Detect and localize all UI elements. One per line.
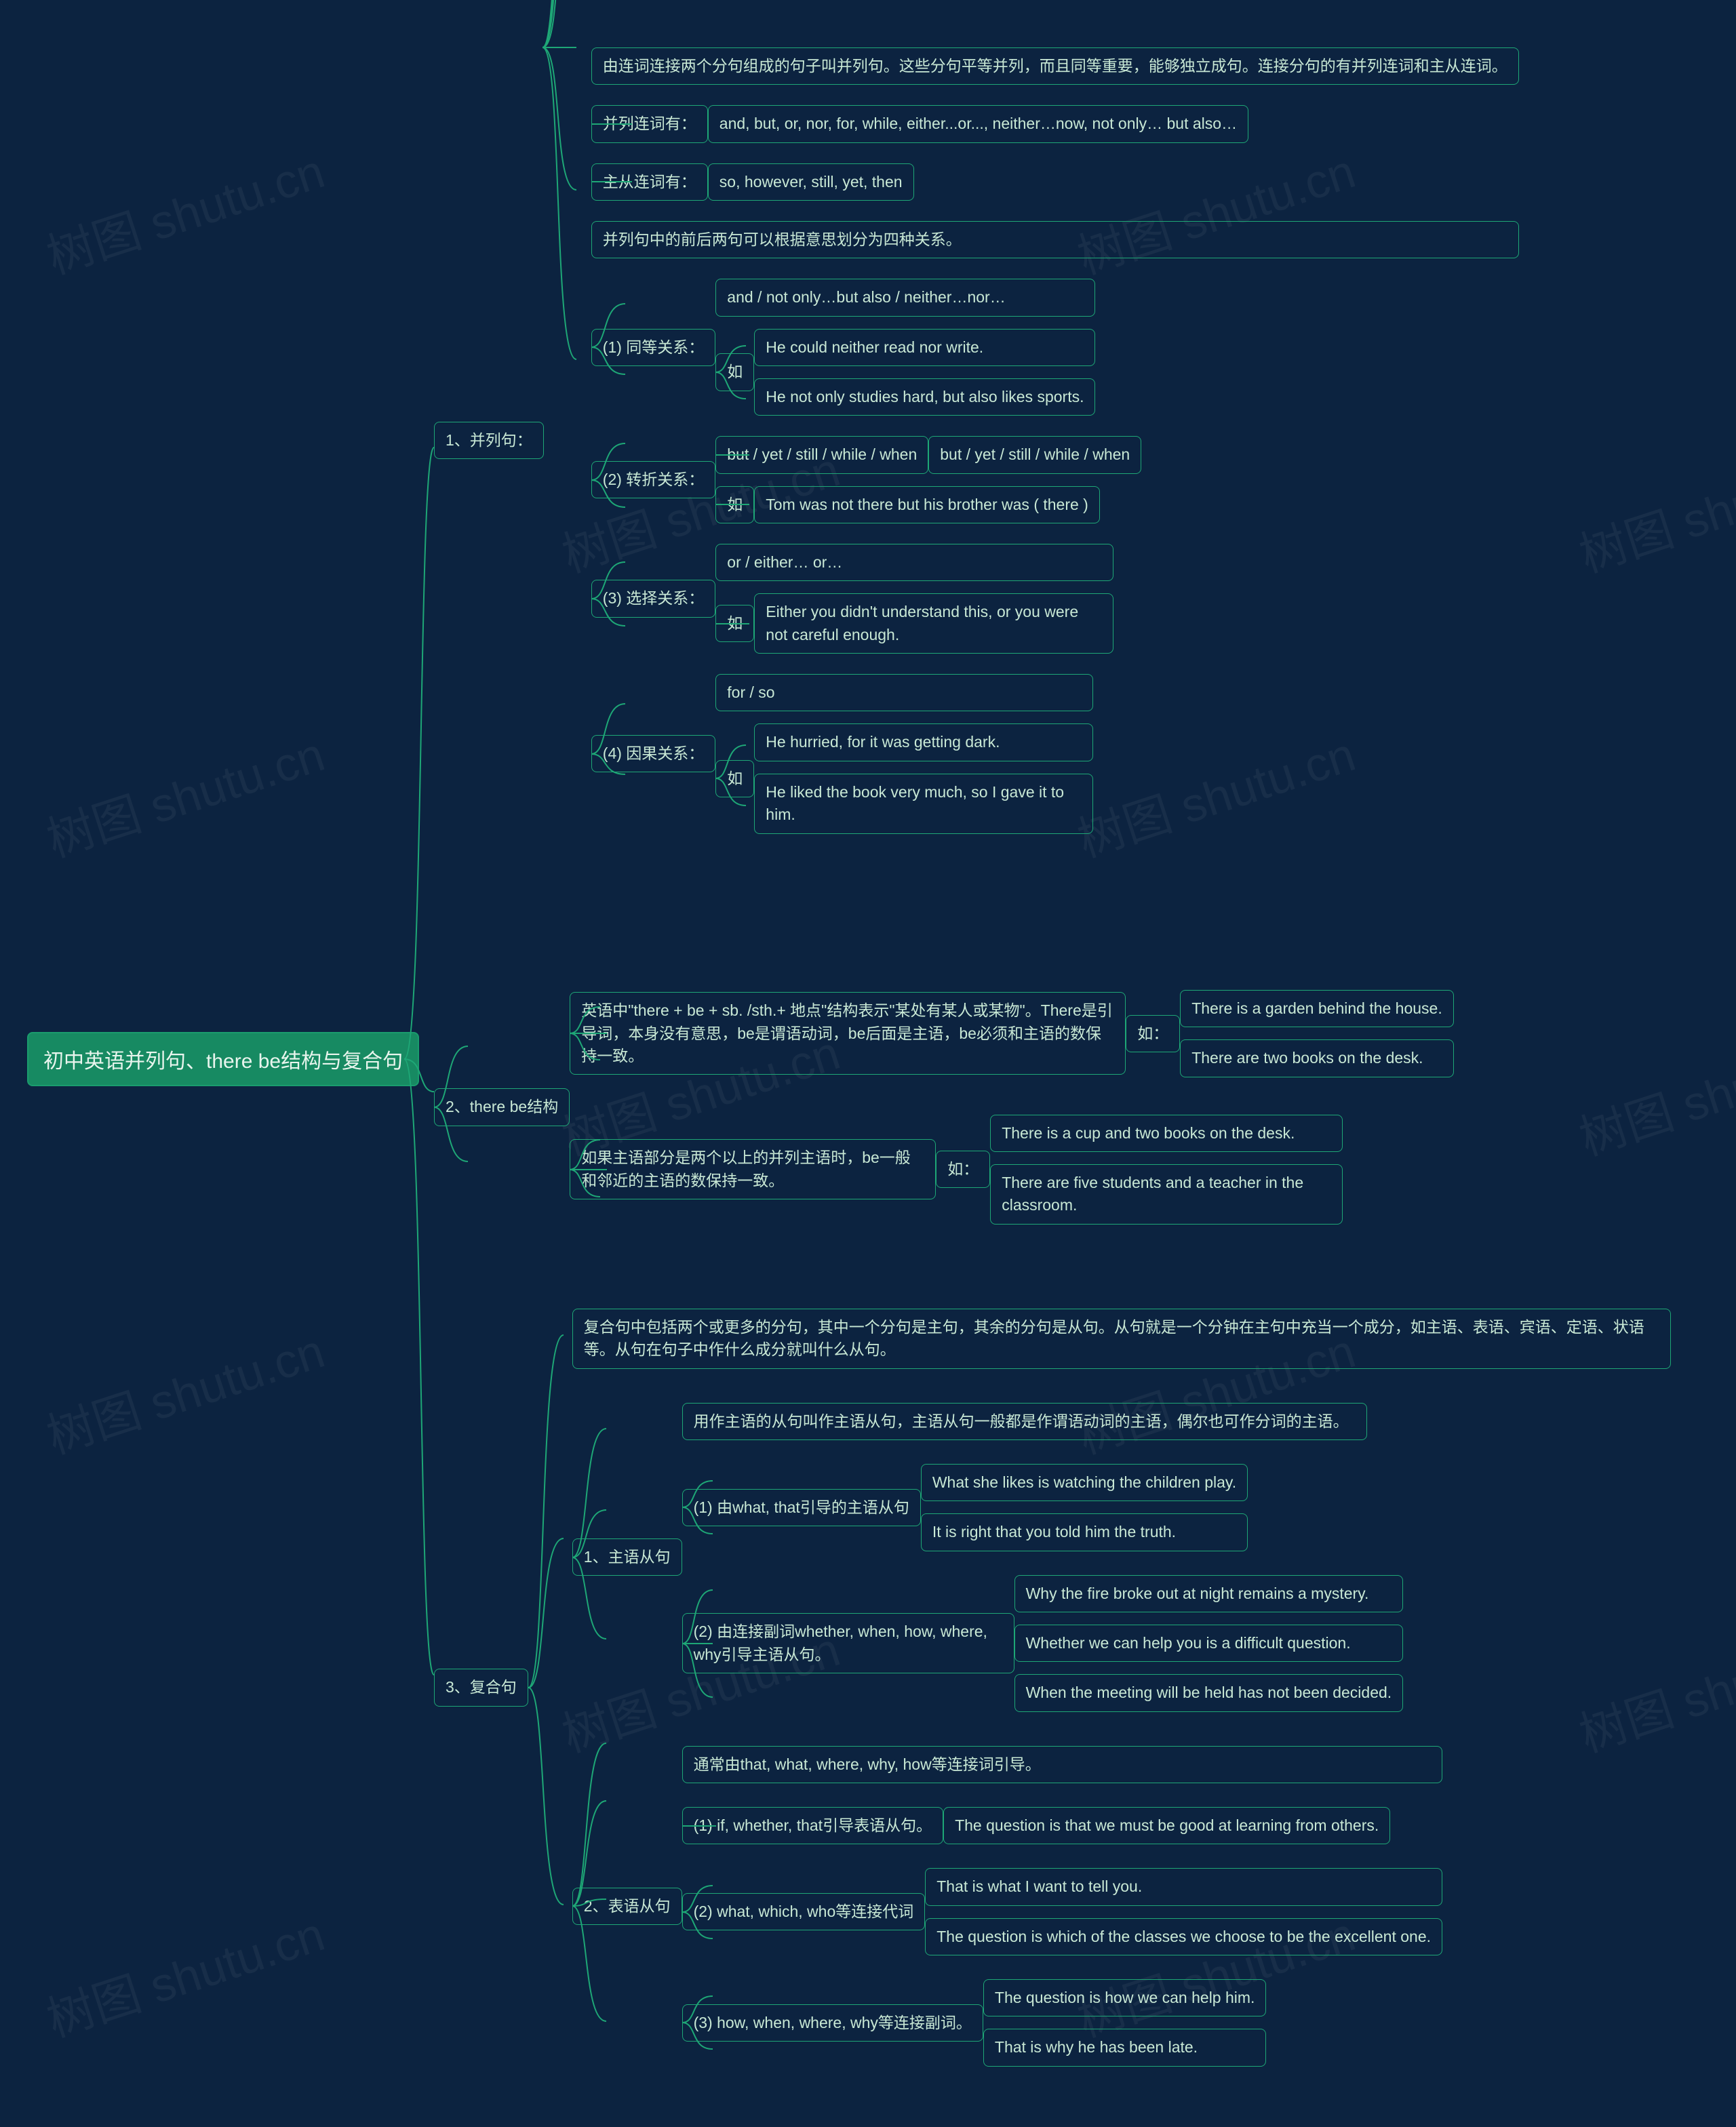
relation-1-words: and / not only…but also / neither…nor… [715, 279, 1095, 316]
c2-a-eg1: The question is that we must be good at … [943, 1807, 1390, 1844]
relation-2-title[interactable]: (2) 转折关系： [591, 461, 716, 498]
relations-intro: 并列句中的前后两句可以根据意思划分为四种关系。 [591, 221, 1519, 258]
c2-b-title[interactable]: (2) what, which, who等连接代词 [682, 1893, 926, 1930]
watermark: 树图 shutu.cn [1570, 432, 1736, 586]
example-label: 如 [715, 486, 754, 523]
watermark: 树图 shutu.cn [37, 1896, 332, 2050]
r4-example-1: He hurried, for it was getting dark. [754, 723, 1093, 761]
s2-p1: 英语中"there + be + sb. /sth.+ 地点"结构表示"某处有某… [570, 992, 1126, 1075]
c1-a-title[interactable]: (1) 由what, that引导的主语从句 [682, 1489, 921, 1526]
c2-b-eg1: That is what I want to tell you. [925, 1868, 1442, 1905]
c2-b-eg2: The question is which of the classes we … [925, 1918, 1442, 1955]
r1-example-2: He not only studies hard, but also likes… [754, 378, 1095, 416]
subject-clause-title[interactable]: 1、主语从句 [572, 1538, 682, 1576]
relation-3-title[interactable]: (3) 选择关系： [591, 580, 716, 617]
watermark: 树图 shutu.cn [1570, 1015, 1736, 1169]
branch-there-be: 2、there be结构 英语中"there + be + sb. /sth.+… [434, 990, 1454, 1225]
c1-a-eg2: It is right that you told him the truth. [921, 1513, 1248, 1551]
watermark: 树图 shutu.cn [37, 134, 332, 287]
example-label: 如 [715, 760, 754, 797]
s2-p2-eg2: There are five students and a teacher in… [990, 1164, 1343, 1225]
c1-b-eg3: When the meeting will be held has not be… [1014, 1674, 1404, 1711]
c2-c-title[interactable]: (3) how, when, where, why等连接副词。 [682, 2004, 983, 2042]
relation-4-words: for / so [715, 674, 1093, 711]
sub-conj-label[interactable]: 主从连词有： [591, 163, 708, 201]
s3-intro: 复合句中包括两个或更多的分句，其中一个分句是主句，其余的分句是从句。从句就是一个… [572, 1309, 1671, 1369]
section-3-title[interactable]: 3、复合句 [434, 1669, 528, 1706]
watermark: 树图 shutu.cn [37, 717, 332, 871]
example-label: 如： [1126, 1015, 1180, 1052]
relation-2-words: but / yet / still / while / when [715, 436, 928, 473]
coord-conj-label[interactable]: 并列连词有： [591, 105, 708, 142]
c1-b-eg1: Why the fire broke out at night remains … [1014, 1575, 1404, 1612]
branch-compound-sentence: 1、并列句： 由连词连接两个分句组成的句子叫并列句。这些分句平等并列，而且同等重… [434, 47, 1519, 834]
r1-example-1: He could neither read nor write. [754, 329, 1095, 366]
root-label: 初中英语并列句、there be结构与复合句 [27, 1032, 419, 1086]
relation-1-title[interactable]: (1) 同等关系： [591, 329, 716, 366]
c2-a-title[interactable]: (1) if, whether, that引导表语从句。 [682, 1807, 943, 1844]
example-label: 如 [715, 605, 754, 642]
r4-example-2: He liked the book very much, so I gave i… [754, 774, 1093, 834]
section-2-title[interactable]: 2、there be结构 [434, 1088, 570, 1126]
root-node[interactable]: 初中英语并列句、there be结构与复合句 [27, 1032, 419, 1086]
watermark: 树图 shutu.cn [37, 1313, 332, 1467]
c2-c-eg1: The question is how we can help him. [983, 1979, 1267, 2016]
r3-example-1: Either you didn't understand this, or yo… [754, 593, 1113, 654]
example-label: 如 [715, 353, 754, 391]
branch-complex-sentence: 3、复合句 复合句中包括两个或更多的分句，其中一个分句是主句，其余的分句是从句。… [434, 1309, 1671, 2067]
predicative-clause-title[interactable]: 2、表语从句 [572, 1888, 682, 1925]
example-label: 如： [936, 1151, 990, 1188]
section-1-title[interactable]: 1、并列句： [434, 422, 544, 459]
r2-example-1: Tom was not there but his brother was ( … [754, 486, 1100, 523]
s2-p2: 如果主语部分是两个以上的并列主语时，be一般和邻近的主语的数保持一致。 [570, 1139, 936, 1199]
c1-intro: 用作主语的从句叫作主语从句，主语从句一般都是作谓语动词的主语，偶尔也可作分词的主… [682, 1403, 1367, 1440]
c1-b-eg2: Whether we can help you is a difficult q… [1014, 1625, 1404, 1662]
watermark: 树图 shutu.cn [553, 0, 848, 3]
s2-p1-eg2: There are two books on the desk. [1180, 1039, 1454, 1077]
c2-intro: 通常由that, what, where, why, how等连接词引导。 [682, 1746, 1442, 1783]
c2-c-eg2: That is why he has been late. [983, 2029, 1267, 2066]
mindmap: 树图 shutu.cn 树图 shutu.cn 树图 shutu.cn 树图 s… [0, 0, 1736, 2127]
sub-conj-list: so, however, still, yet, then [708, 163, 914, 201]
relation-3-words: or / either… or… [715, 544, 1113, 581]
s2-p1-eg1: There is a garden behind the house. [1180, 990, 1454, 1027]
coord-conj-list: and, but, or, nor, for, while, either...… [708, 105, 1248, 142]
s2-p2-eg1: There is a cup and two books on the desk… [990, 1115, 1343, 1152]
watermark: 树图 shutu.cn [1570, 0, 1736, 3]
relation-2-words-dup: but / yet / still / while / when [928, 436, 1141, 473]
s1-intro: 由连词连接两个分句组成的句子叫并列句。这些分句平等并列，而且同等重要，能够独立成… [591, 47, 1519, 85]
relation-4-title[interactable]: (4) 因果关系： [591, 735, 716, 772]
c1-b-title[interactable]: (2) 由连接副词whether, when, how, where, why引… [682, 1613, 1014, 1673]
c1-a-eg1: What she likes is watching the children … [921, 1464, 1248, 1501]
